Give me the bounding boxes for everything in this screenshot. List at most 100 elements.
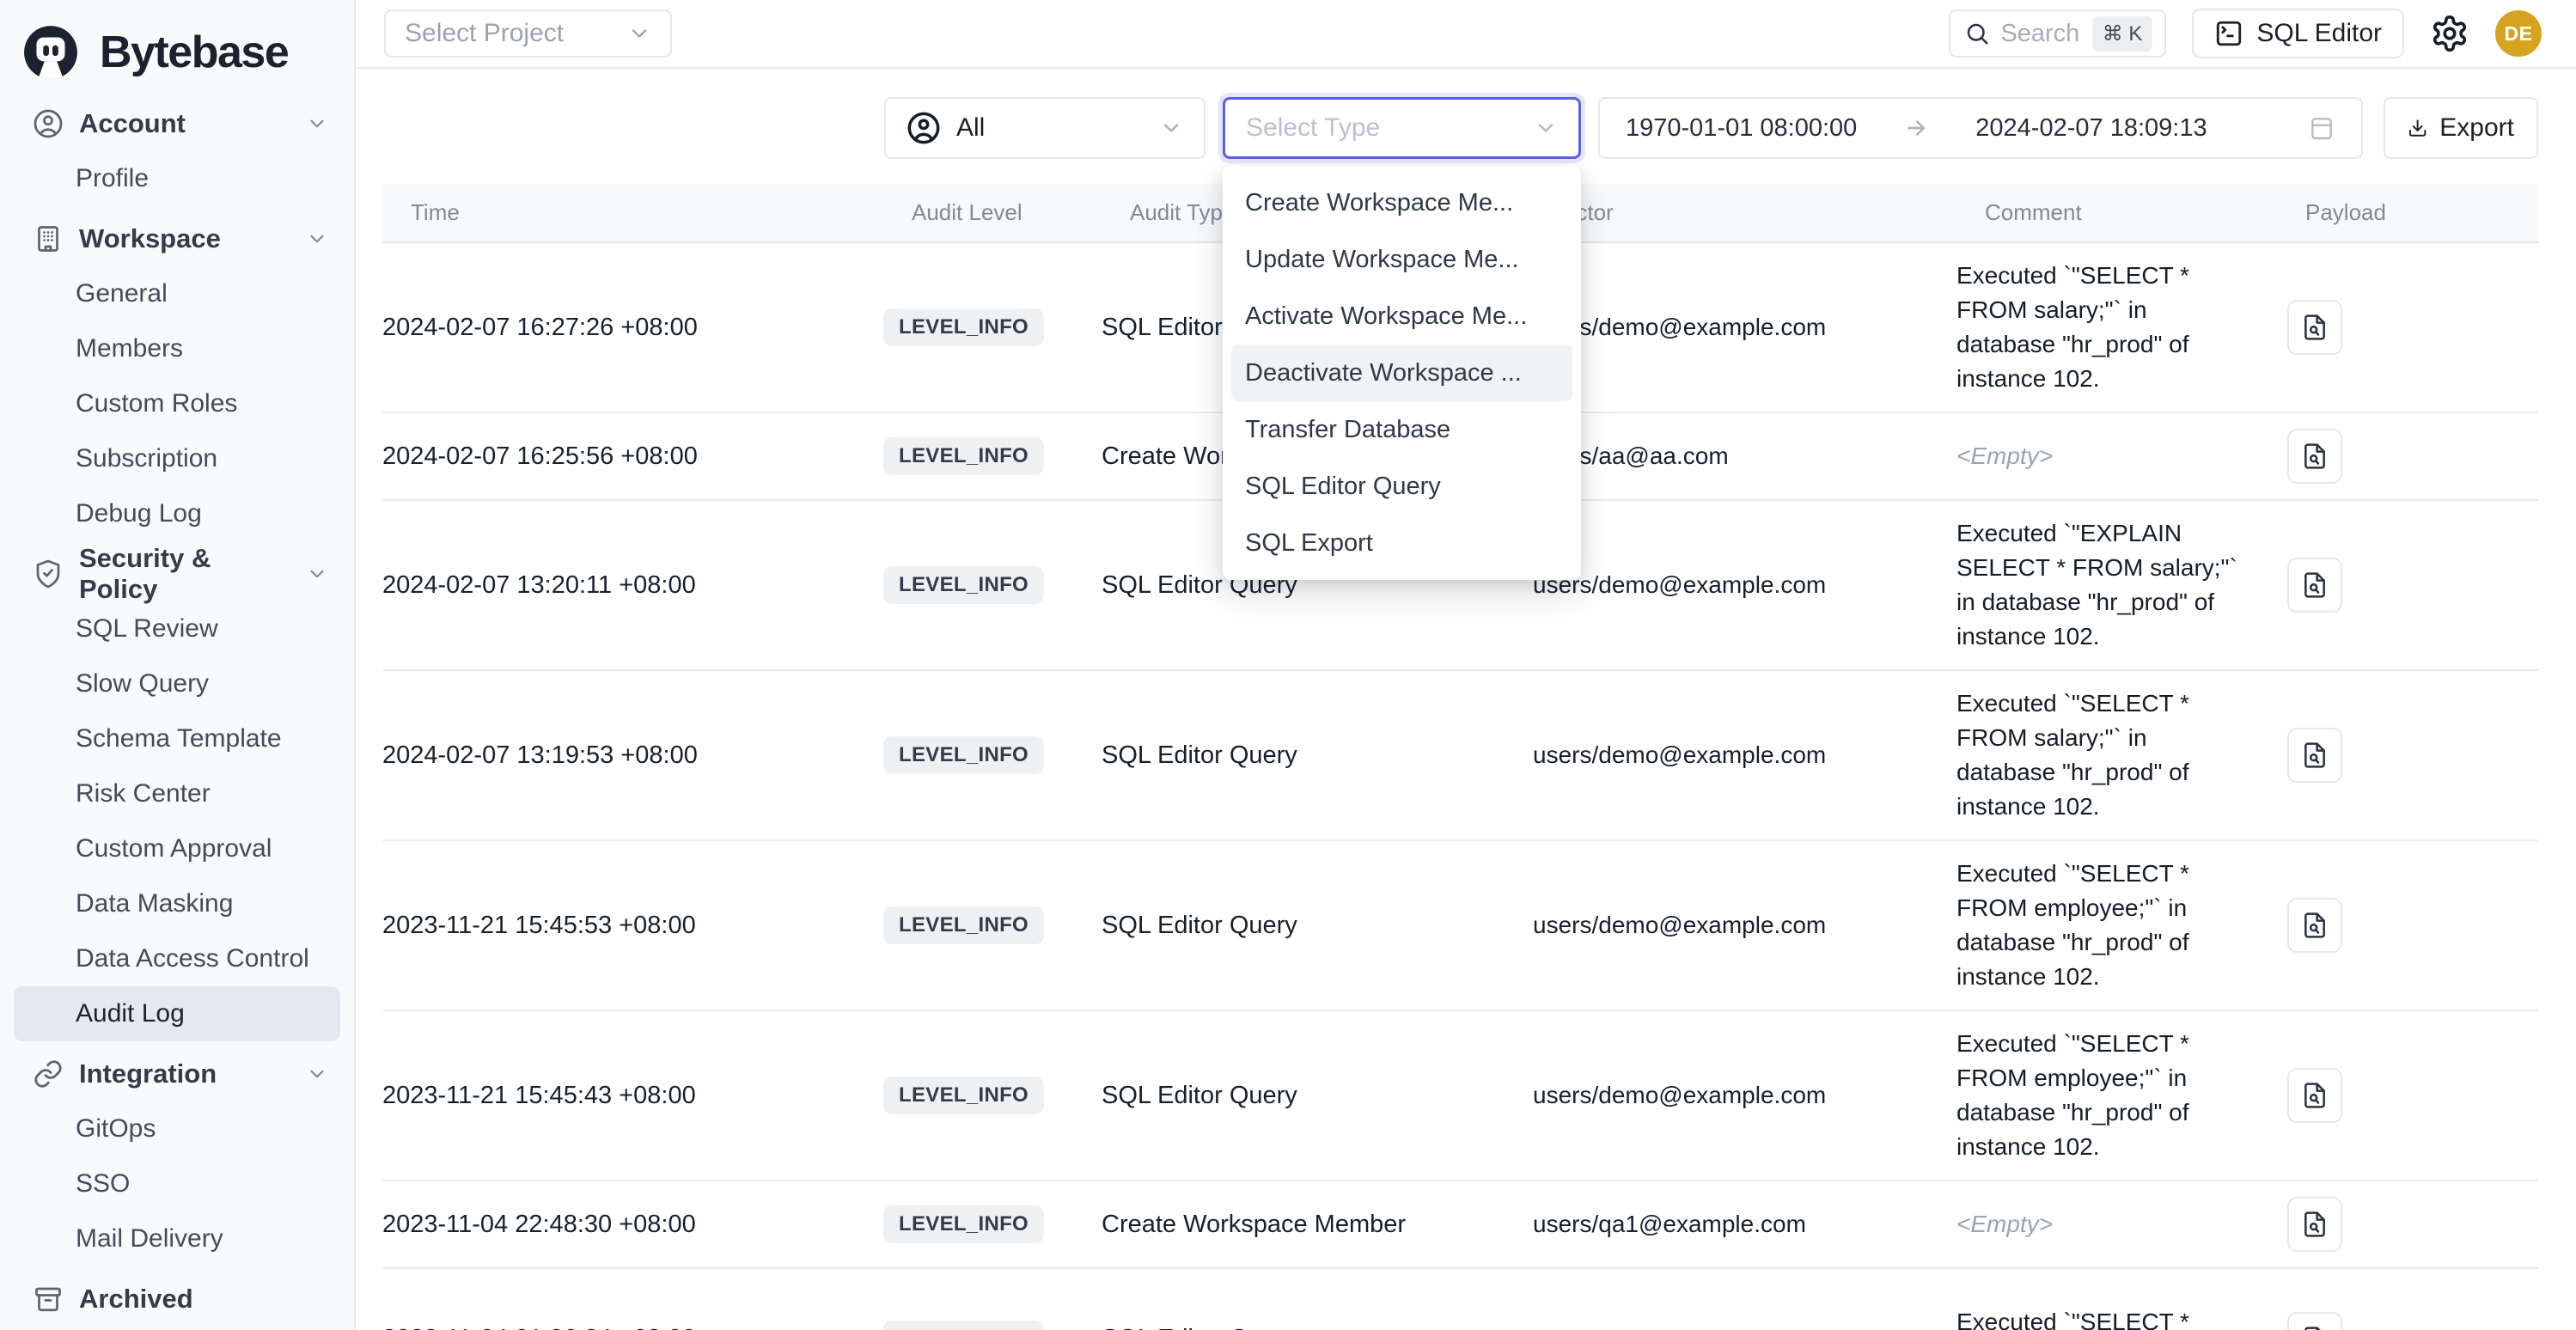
sidebar-item-audit-log[interactable]: Audit Log [14, 986, 340, 1041]
cell-comment: Executed `"SELECT * FROM employee;"` in … [1956, 1027, 2240, 1164]
dropdown-option-sql-editor-query[interactable]: SQL Editor Query [1223, 458, 1581, 515]
sidebar-item-data-access-control[interactable]: Data Access Control [0, 931, 354, 986]
sidebar-item-label: SSO [76, 1169, 130, 1199]
table-row: 2023-11-21 15:45:43 +08:00 LEVEL_INFO SQ… [382, 1011, 2538, 1181]
sidebar-item-sso[interactable]: SSO [0, 1156, 354, 1211]
brand-logo[interactable]: Bytebase [0, 0, 354, 93]
sidebar-item-schema-template[interactable]: Schema Template [0, 711, 354, 766]
sidebar-item-risk-center[interactable]: Risk Center [0, 766, 354, 821]
search-icon [1964, 21, 1990, 46]
sidebar-item-data-masking[interactable]: Data Masking [0, 876, 354, 931]
sidebar-item-label: Data Masking [76, 889, 233, 918]
sidebar-item-custom-approval[interactable]: Custom Approval [0, 821, 354, 876]
type-filter-dropdown: Create Workspace Me... Update Workspace … [1223, 166, 1581, 580]
project-select[interactable]: Select Project [384, 9, 672, 58]
gear-icon[interactable] [2430, 14, 2469, 53]
payload-view-button[interactable] [2287, 898, 2342, 953]
audit-level-badge: LEVEL_INFO [883, 1077, 1044, 1114]
sidebar-item-label: Mail Delivery [76, 1224, 223, 1254]
payload-view-button[interactable] [2287, 300, 2342, 355]
file-search-icon [2301, 1211, 2329, 1238]
audit-level-badge: LEVEL_INFO [883, 1205, 1044, 1243]
cell-time: 2024-02-07 16:25:56 +08:00 [382, 442, 883, 471]
cell-time: 2024-02-07 13:20:11 +08:00 [382, 571, 883, 600]
sidebar-item-general[interactable]: General [0, 266, 354, 321]
file-search-icon [2301, 741, 2329, 769]
actor-filter-select[interactable]: All [884, 97, 1206, 159]
user-circle-icon [33, 108, 64, 139]
calendar-icon [2308, 114, 2335, 142]
payload-view-button[interactable] [2287, 429, 2342, 484]
cell-time: 2023-11-04 22:48:30 +08:00 [382, 1211, 883, 1239]
search-shortcut-badge: ⌘ K [2092, 16, 2153, 52]
audit-level-badge: LEVEL_INFO [883, 566, 1044, 604]
cell-audit-type: SQL Editor Query [1102, 741, 1533, 770]
export-label: Export [2439, 113, 2514, 143]
sql-editor-button[interactable]: SQL Editor [2192, 9, 2404, 58]
cell-actor: users/demo@example.com [1533, 314, 1956, 341]
cell-comment: <Empty> [1956, 439, 2240, 473]
sidebar-item-integration[interactable]: Integration [0, 1046, 354, 1101]
sidebar-item-security-policy[interactable]: Security & Policy [0, 546, 354, 601]
table-row: 2023-11-04 01:06:24 +08:00 LEVEL_INFO SQ… [382, 1269, 2538, 1330]
cell-time: 2023-11-04 01:06:24 +08:00 [382, 1325, 883, 1330]
export-button[interactable]: Export [2384, 97, 2538, 159]
date-range-picker[interactable]: 1970-01-01 08:00:00 2024-02-07 18:09:13 [1598, 97, 2363, 159]
sidebar-item-label: Members [76, 334, 183, 363]
dropdown-option-sql-export[interactable]: SQL Export [1223, 515, 1581, 571]
dropdown-option-create-workspace-member[interactable]: Create Workspace Me... [1223, 174, 1581, 231]
cell-comment: Executed `"SELECT * FROM employee;"` in … [1956, 857, 2240, 994]
sidebar-item-subscription[interactable]: Subscription [0, 431, 354, 486]
cell-comment: Executed `"EXPLAIN SELECT * FROM salary;… [1956, 516, 2240, 654]
payload-view-button[interactable] [2287, 1197, 2342, 1252]
cell-actor: users/demo@example.com [1533, 571, 1956, 599]
audit-level-badge: LEVEL_INFO [883, 308, 1044, 346]
type-filter-select[interactable]: Select Type [1223, 97, 1581, 159]
column-header-actor: Actor [1561, 199, 1985, 226]
payload-view-button[interactable] [2287, 1312, 2342, 1330]
sidebar-item-gitops[interactable]: GitOps [0, 1101, 354, 1156]
payload-view-button[interactable] [2287, 558, 2342, 613]
sidebar-item-workspace[interactable]: Workspace [0, 211, 354, 266]
shield-check-icon [33, 558, 64, 589]
cell-comment: Executed `"SELECT * FROM salary;"` in da… [1956, 686, 2240, 824]
cell-actor: users/demo@example.com [1533, 1326, 1956, 1330]
payload-view-button[interactable] [2287, 728, 2342, 783]
sidebar-nav: Account Profile Workspace General Member… [0, 93, 354, 1327]
sidebar-item-slow-query[interactable]: Slow Query [0, 656, 354, 711]
payload-view-button[interactable] [2287, 1068, 2342, 1123]
chevron-down-icon [1534, 116, 1558, 140]
sidebar-item-mail-delivery[interactable]: Mail Delivery [0, 1211, 354, 1266]
sidebar-item-archived[interactable]: Archived [0, 1272, 354, 1327]
dropdown-option-update-workspace-member[interactable]: Update Workspace Me... [1223, 231, 1581, 288]
chevron-down-icon [306, 113, 328, 135]
type-filter-placeholder: Select Type [1246, 113, 1534, 143]
audit-level-badge: LEVEL_INFO [883, 736, 1044, 774]
sidebar-item-debug-log[interactable]: Debug Log [0, 486, 354, 541]
cell-actor: users/aa@aa.com [1533, 442, 1956, 470]
avatar[interactable]: DE [2495, 10, 2542, 57]
sidebar-item-label: Security & Policy [79, 543, 290, 605]
sidebar-item-label: Custom Approval [76, 834, 272, 863]
topbar: Select Project Search ⌘ K SQL Editor DE [357, 0, 2576, 69]
terminal-icon [2214, 19, 2243, 48]
sidebar-item-custom-roles[interactable]: Custom Roles [0, 376, 354, 431]
project-select-placeholder: Select Project [405, 19, 564, 48]
search-input[interactable]: Search ⌘ K [1949, 9, 2166, 58]
sidebar-item-profile[interactable]: Profile [0, 151, 354, 206]
dropdown-option-deactivate-workspace-member[interactable]: Deactivate Workspace ... [1231, 345, 1572, 401]
file-search-icon [2301, 1326, 2329, 1330]
sidebar-item-sql-review[interactable]: SQL Review [0, 601, 354, 656]
table-row: 2023-11-04 22:48:30 +08:00 LEVEL_INFO Cr… [382, 1181, 2538, 1269]
sidebar-item-members[interactable]: Members [0, 321, 354, 376]
dropdown-option-transfer-database[interactable]: Transfer Database [1223, 401, 1581, 458]
sidebar-item-account[interactable]: Account [0, 96, 354, 151]
dropdown-option-activate-workspace-member[interactable]: Activate Workspace Me... [1223, 288, 1581, 345]
cell-audit-type: SQL Editor Query [1102, 1082, 1533, 1110]
sidebar-item-label: Slow Query [76, 669, 209, 699]
audit-level-badge: LEVEL_INFO [883, 437, 1044, 475]
audit-level-badge: LEVEL_INFO [883, 1321, 1044, 1330]
sidebar-item-label: Debug Log [76, 499, 202, 528]
download-icon [2408, 114, 2427, 142]
sidebar-item-label: GitOps [76, 1114, 156, 1144]
